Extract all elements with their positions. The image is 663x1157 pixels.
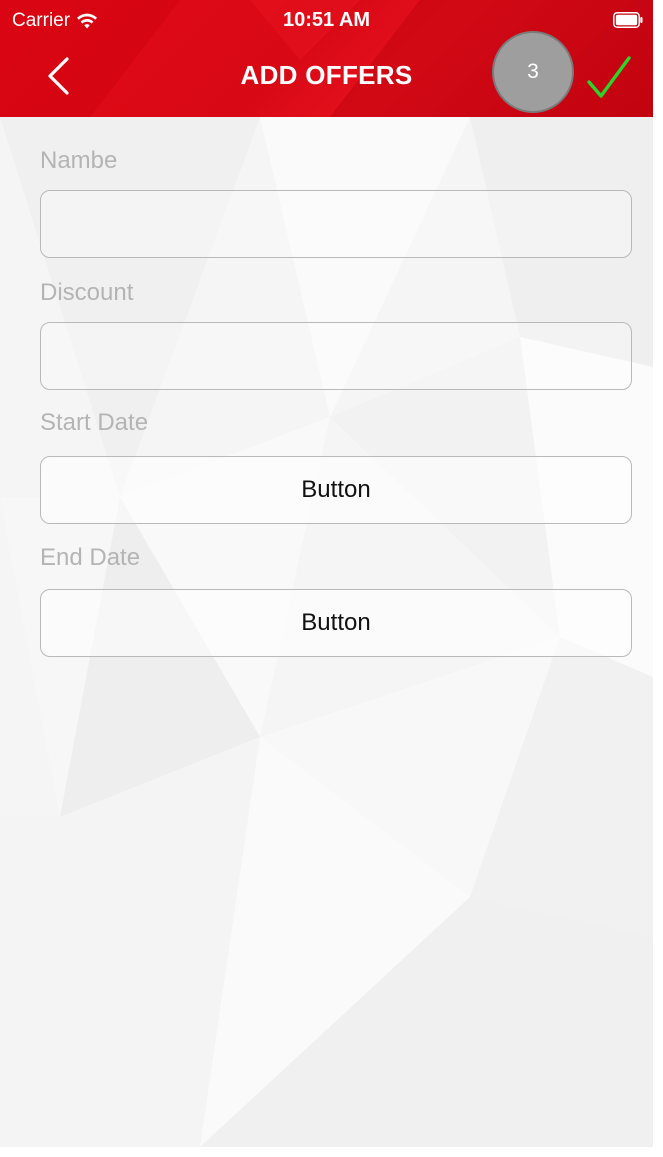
discount-label: Discount (40, 279, 134, 306)
start-date-button[interactable]: Button (40, 456, 632, 524)
count-badge: 3 (492, 31, 574, 113)
confirm-button[interactable] (583, 52, 635, 104)
name-input[interactable] (40, 190, 632, 258)
discount-input[interactable] (40, 322, 632, 390)
app-screen: Carrier 10:51 AM ADD OFFERS 3 Nambe Disc… (0, 0, 653, 1147)
name-label: Nambe (40, 147, 118, 174)
start-date-label: Start Date (40, 409, 149, 436)
end-date-label: End Date (40, 544, 141, 571)
end-date-button[interactable]: Button (40, 589, 632, 657)
status-time: 10:51 AM (282, 9, 371, 31)
checkmark-icon (587, 56, 631, 98)
end-date-button-label: Button (301, 609, 371, 636)
start-date-button-label: Button (301, 476, 371, 503)
status-bar: Carrier 10:51 AM (0, 0, 653, 38)
battery-icon (613, 12, 643, 28)
